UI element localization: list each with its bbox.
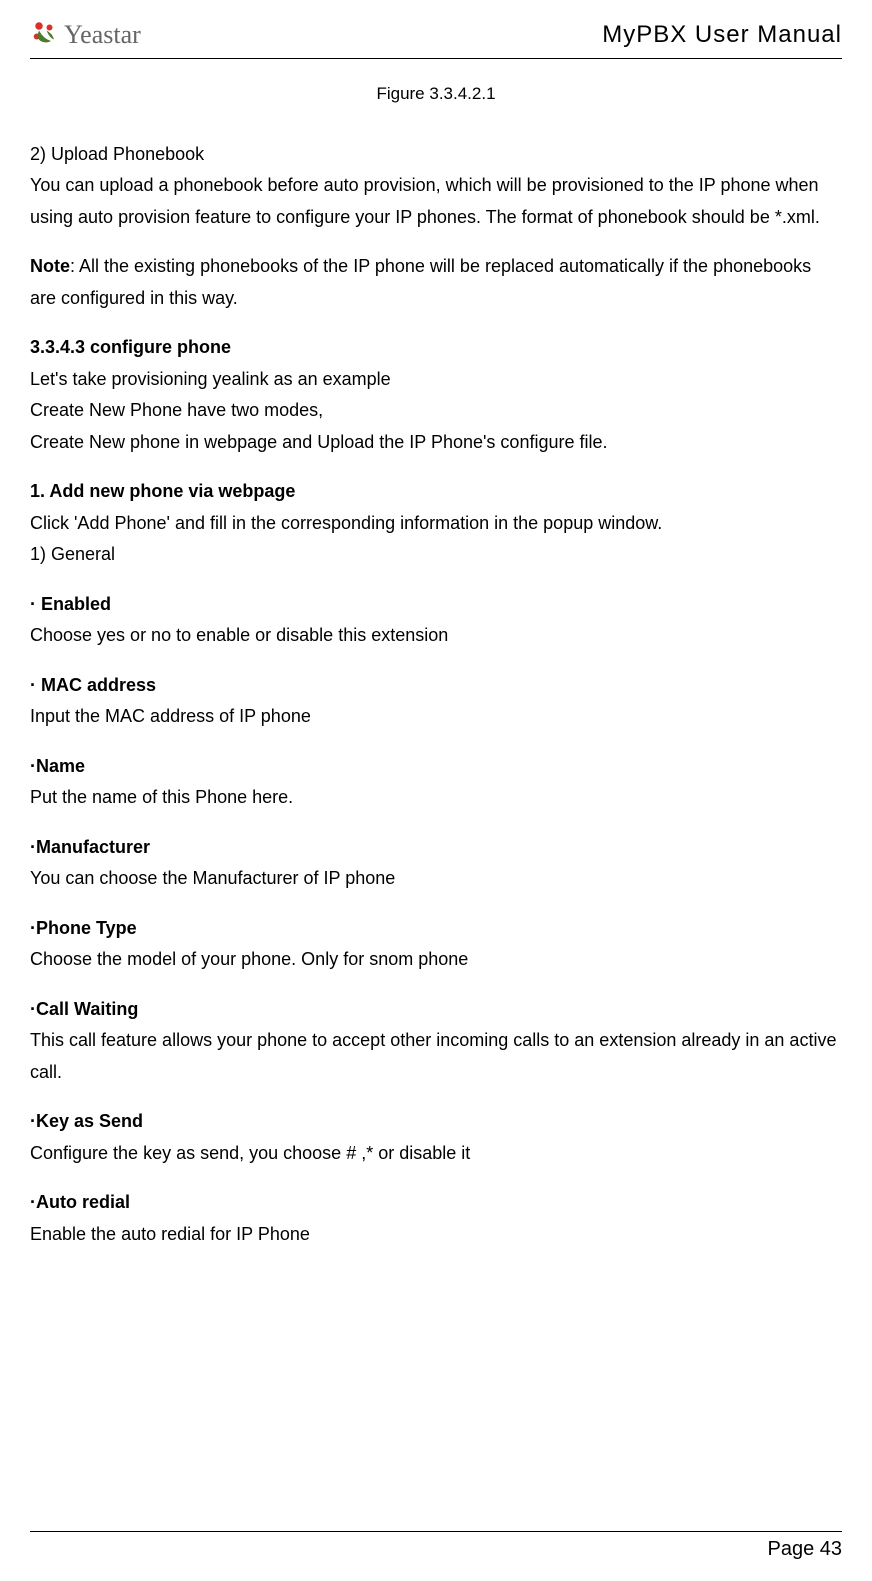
upload-heading: 2) Upload Phonebook [30, 139, 842, 171]
document-title: MyPBX User Manual [602, 21, 842, 49]
field-desc: Configure the key as send, you choose # … [30, 1138, 842, 1170]
brand-logo: Yeastar [30, 20, 141, 50]
field-desc: Choose the model of your phone. Only for… [30, 944, 842, 976]
field-label: ·Key as Send [30, 1106, 842, 1138]
field-phone-type: ·Phone Type Choose the model of your pho… [30, 913, 842, 976]
configure-line1: Let's take provisioning yealink as an ex… [30, 364, 842, 396]
add-new-phone-section: 1. Add new phone via webpage Click 'Add … [30, 476, 842, 571]
configure-line3: Create New phone in webpage and Upload t… [30, 427, 842, 459]
field-desc: Enable the auto redial for IP Phone [30, 1219, 842, 1251]
page-number: Page 43 [30, 1538, 842, 1561]
brand-name: Yeastar [64, 20, 141, 50]
page-header: Yeastar MyPBX User Manual [30, 20, 842, 59]
footer-divider [30, 1531, 842, 1532]
field-label: · Enabled [30, 589, 842, 621]
addnew-line2: 1) General [30, 539, 842, 571]
field-label: ·Name [30, 751, 842, 783]
note-section: Note: All the existing phonebooks of the… [30, 251, 842, 314]
field-key-as-send: ·Key as Send Configure the key as send, … [30, 1106, 842, 1169]
field-label: ·Call Waiting [30, 994, 842, 1026]
field-label: ·Phone Type [30, 913, 842, 945]
configure-line2: Create New Phone have two modes, [30, 395, 842, 427]
upload-phonebook-section: 2) Upload Phonebook You can upload a pho… [30, 139, 842, 234]
addnew-line1: Click 'Add Phone' and fill in the corres… [30, 508, 842, 540]
field-name: ·Name Put the name of this Phone here. [30, 751, 842, 814]
field-manufacturer: ·Manufacturer You can choose the Manufac… [30, 832, 842, 895]
note-paragraph: Note: All the existing phonebooks of the… [30, 251, 842, 314]
configure-phone-section: 3.3.4.3 configure phone Let's take provi… [30, 332, 842, 458]
field-enabled: · Enabled Choose yes or no to enable or … [30, 589, 842, 652]
figure-caption: Figure 3.3.4.2.1 [30, 79, 842, 109]
field-desc: Choose yes or no to enable or disable th… [30, 620, 842, 652]
field-desc: Put the name of this Phone here. [30, 782, 842, 814]
field-label: ·Auto redial [30, 1187, 842, 1219]
yeastar-logo-icon [30, 20, 60, 50]
addnew-heading: 1. Add new phone via webpage [30, 476, 842, 508]
upload-body: You can upload a phonebook before auto p… [30, 170, 842, 233]
field-label: ·Manufacturer [30, 832, 842, 864]
field-desc: This call feature allows your phone to a… [30, 1025, 842, 1088]
configure-heading: 3.3.4.3 configure phone [30, 332, 842, 364]
field-label: · MAC address [30, 670, 842, 702]
field-mac-address: · MAC address Input the MAC address of I… [30, 670, 842, 733]
page-footer: Page 43 [30, 1531, 842, 1561]
field-auto-redial: ·Auto redial Enable the auto redial for … [30, 1187, 842, 1250]
page-content: Figure 3.3.4.2.1 2) Upload Phonebook You… [30, 79, 842, 1250]
field-call-waiting: ·Call Waiting This call feature allows y… [30, 994, 842, 1089]
note-label: Note [30, 256, 70, 276]
field-desc: Input the MAC address of IP phone [30, 701, 842, 733]
note-body: : All the existing phonebooks of the IP … [30, 256, 811, 308]
field-desc: You can choose the Manufacturer of IP ph… [30, 863, 842, 895]
